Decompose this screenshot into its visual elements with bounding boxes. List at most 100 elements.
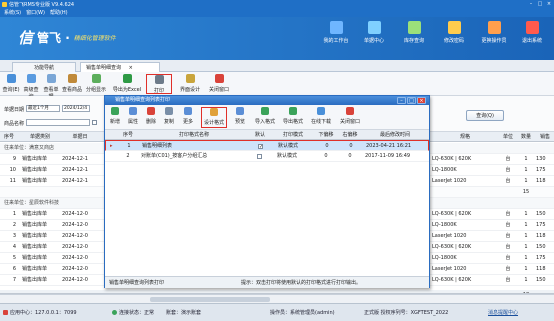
qty-cell: 1 — [524, 277, 528, 283]
doc-type-cell: 销售出库单 — [22, 277, 48, 283]
doc-type-cell: 销售出库单 — [22, 178, 48, 184]
unit-cell: 台 — [505, 244, 511, 250]
toolbar-layout-design-button[interactable]: 界面设计 — [176, 74, 204, 94]
default-checkbox[interactable] — [257, 154, 262, 159]
col-header: 最后修改时间 — [379, 132, 410, 138]
exit-icon — [525, 21, 539, 34]
unit-cell: 台 — [505, 156, 511, 162]
toolbar-view-product-button[interactable]: 查看商品 — [62, 74, 82, 94]
workbench-icon — [329, 21, 343, 34]
advanced-query-icon — [26, 74, 36, 83]
dialog-tool-design-format-button[interactable]: 设计格式 — [201, 107, 227, 128]
tab-sales-detail-query[interactable]: 销售单明细查询 × — [80, 62, 160, 72]
dialog-tool-properties-button[interactable]: 属性 — [125, 107, 141, 128]
dialog-tool-delete-button[interactable]: 删除 — [143, 107, 159, 128]
doc-date-cell: 2024-12-0 — [62, 266, 88, 272]
minimize-button[interactable]: – — [528, 1, 534, 7]
dialog-tool-close-window-button[interactable]: 关闭窗口 — [337, 107, 363, 128]
doc-date-cell: 2024-12-0 — [62, 244, 88, 250]
document-tabs: 功能导航 销售单明细查询 × — [0, 60, 554, 72]
dialog-minimize-button[interactable]: – — [397, 97, 406, 104]
connection-status: 连接状态：正常 — [112, 309, 154, 316]
banner-button-inventory[interactable]: 库存查询 — [394, 21, 434, 44]
row-number: 3 — [12, 233, 16, 239]
dialog-grid-header: 序号 打印格式名称 默认 打印模式 下偏移 右偏移 最后修改时间 — [105, 130, 429, 140]
scrollbar-thumb[interactable] — [150, 297, 270, 302]
window-title: 信管飞RMS专业版 V9.4.624 — [9, 1, 75, 8]
down-offset-cell: 0 — [324, 153, 328, 159]
col-header: 单据日 — [72, 134, 88, 140]
spec-cell: LQ-630K | 620K — [432, 244, 472, 250]
dialog-tool-preview-button[interactable]: 预览 — [231, 107, 249, 128]
toolbar-query-button[interactable]: 查询(E) — [2, 74, 20, 94]
spec-cell: LQ-630K | 620K — [432, 277, 472, 283]
toolbar-group-button[interactable]: 分组显示 — [84, 74, 108, 94]
close-button[interactable]: × — [546, 1, 552, 7]
menu-bar: 系统(S) 窗口(W) 帮助(H) — [0, 8, 554, 17]
message-center-link[interactable]: 消息提醒中心 — [488, 309, 518, 316]
close-window-icon — [214, 74, 224, 83]
dialog-tool-download-button[interactable]: 在线下载 — [309, 107, 333, 128]
qty-cell: 1 — [524, 222, 528, 228]
toolbar-print-button[interactable]: 打印 — [146, 74, 172, 94]
toolbar-button-label: 界面设计 — [179, 87, 200, 93]
product-input[interactable] — [26, 119, 90, 126]
status-bar: 应用中心：127.0.0.1：7099 连接状态：正常 账套：演示账套 操作员：… — [0, 303, 554, 321]
dialog-tool-import-button[interactable]: 导入格式 — [253, 107, 277, 128]
dialog-tool-add-button[interactable]: 新增 — [107, 107, 123, 128]
menu-system[interactable]: 系统(S) — [4, 9, 21, 16]
spec-cell: LQ-1800K — [432, 222, 457, 228]
menu-help[interactable]: 帮助(H) — [50, 9, 68, 16]
dialog-tool-copy-button[interactable]: 复制 — [161, 107, 177, 128]
unit-cell: 台 — [505, 233, 511, 239]
doc-date-cell: 2024-12-0 — [62, 255, 88, 261]
banner-button-lock[interactable]: 修改密码 — [434, 21, 474, 44]
toolbar-close-window-button[interactable]: 关闭窗口 — [206, 74, 232, 94]
col-header: 序号 — [3, 134, 14, 140]
print-mode-cell: 默认模式 — [277, 153, 298, 159]
toolbar-excel-button[interactable]: 导出为Excel — [110, 74, 144, 94]
product-checkbox[interactable] — [92, 120, 97, 125]
dialog-close-button[interactable]: × — [417, 97, 426, 104]
banner-button-label: 退出系统 — [521, 38, 542, 44]
menu-window[interactable]: 窗口(W) — [26, 9, 45, 16]
date-start-input[interactable]: 2024/12/4 — [62, 105, 90, 112]
price-cell: 175 — [536, 255, 546, 261]
price-cell: 175 — [536, 167, 546, 173]
row-number: 5 — [12, 255, 16, 261]
horizontal-scrollbar[interactable] — [0, 294, 554, 303]
banner-button-exit[interactable]: 退出系统 — [512, 21, 552, 44]
banner-button-user-switch[interactable]: 更换操作员 — [474, 21, 514, 44]
banner-button-workbench[interactable]: 我的工作台 — [316, 21, 356, 44]
banner-button-documents[interactable]: 单据中心 — [354, 21, 394, 44]
col-header: 打印模式 — [282, 132, 303, 138]
dialog-footer-title: 销售单明细查询列表打印 — [109, 280, 165, 286]
dialog-tool-label: 导出格式 — [282, 119, 303, 125]
row-number: 10 — [9, 167, 16, 173]
unit-cell: 台 — [505, 222, 511, 228]
price-cell: 175 — [536, 222, 546, 228]
format-row[interactable]: 2 对账单(C01)_按客户分组汇总 默认模式 0 0 2017-11-09 16:49 — [105, 151, 429, 162]
import-icon — [261, 107, 269, 115]
spec-cell: LaserJet 1020 — [432, 233, 467, 239]
maximize-button[interactable]: □ — [537, 1, 543, 7]
tab-close-icon[interactable]: × — [129, 65, 133, 71]
col-header: 右偏移 — [342, 132, 358, 138]
default-checkbox[interactable]: ✓ — [258, 144, 263, 150]
toolbar-view-document-button[interactable]: 查看单据 — [42, 74, 60, 100]
print-format-dialog: 销售单明细查询列表打印 – □ × 新增 属性 删除 复制 更多 设计格式 预览 导入格式 导出… — [104, 95, 430, 288]
operator-status: 操作员：系统管理员(admin) — [270, 310, 335, 316]
row-number: 6 — [12, 266, 16, 272]
format-row[interactable]: ▸ 1 销售明细列表 ✓ 默认模式 0 0 2023-04-21 16:21 — [105, 140, 429, 151]
date-range-select[interactable]: 最近1个月 — [26, 105, 60, 112]
toolbar-advanced-query-button[interactable]: 高级查询 — [22, 74, 40, 100]
dialog-tool-label: 更多 — [182, 119, 193, 125]
dialog-tool-export-button[interactable]: 导出格式 — [281, 107, 305, 128]
query-button[interactable]: 查询(Q) — [466, 110, 504, 121]
tab-function-nav[interactable]: 功能导航 — [12, 62, 76, 72]
connected-icon — [112, 310, 117, 315]
subtotal-qty: 15 — [522, 189, 530, 195]
dialog-maximize-button[interactable]: □ — [407, 97, 416, 104]
copy-icon — [165, 107, 173, 115]
dialog-tool-more-button[interactable]: 更多 — [179, 107, 197, 128]
